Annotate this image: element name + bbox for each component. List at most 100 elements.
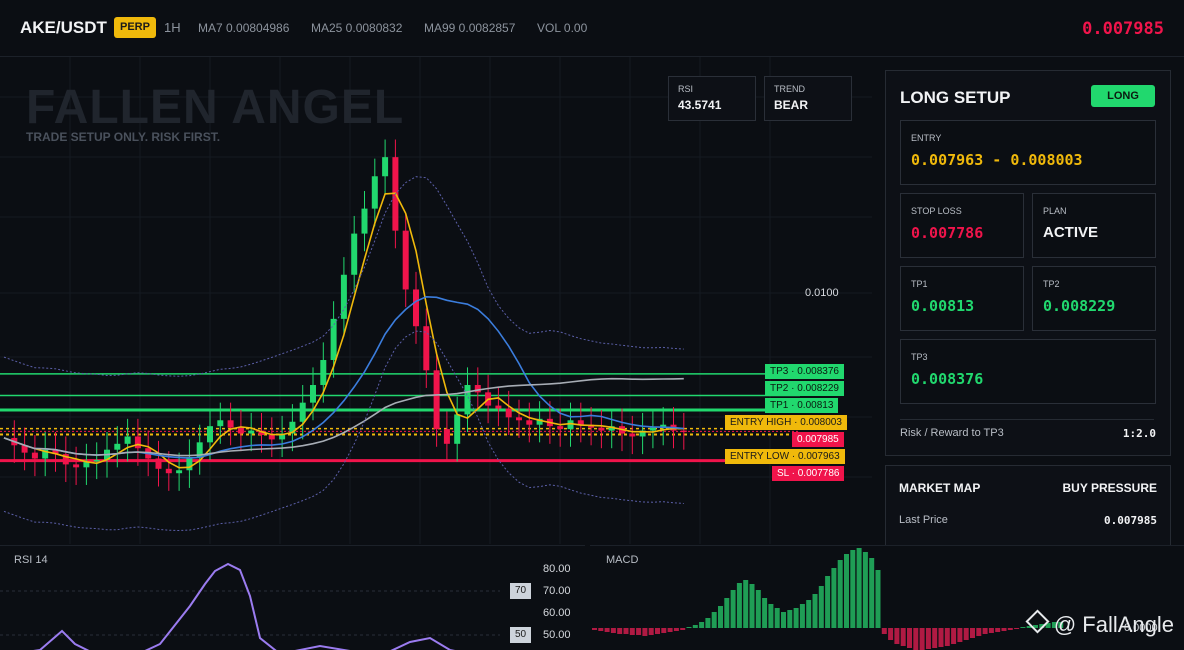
macd-bar <box>875 570 881 628</box>
rsi-level-70-tag: 70 <box>510 583 532 599</box>
macd-bar <box>598 628 604 631</box>
macd-bar <box>1007 628 1013 630</box>
trend-stat-box: TREND BEAR <box>764 76 852 121</box>
macd-bar <box>755 590 761 628</box>
risk-reward-label: Risk / Reward to TP3 <box>900 427 1004 439</box>
macd-bar <box>711 612 717 628</box>
macd-bar <box>900 628 906 646</box>
entry-low-price-tag: ENTRY LOW · 0.007963 <box>725 449 845 464</box>
tp3-label: TP3 <box>911 352 928 362</box>
macd-bar <box>724 598 730 628</box>
macd-bar <box>932 628 938 648</box>
rsi-pane[interactable]: RSI 14 80.00 70 70.00 60.00 50 50.00 <box>0 545 585 650</box>
candle-body <box>423 326 430 371</box>
ma25-readout: MA25 0.0080832 <box>311 21 403 35</box>
divider <box>900 419 1154 420</box>
macd-bar <box>604 628 610 632</box>
rsi-line <box>33 562 456 650</box>
macd-bar <box>799 604 805 628</box>
macd-bar <box>957 628 963 642</box>
risk-reward-value: 1:2.0 <box>1122 427 1156 440</box>
candle-body <box>454 414 461 444</box>
bollinger-lower-line <box>3 330 684 532</box>
setup-title: LONG SETUP <box>900 88 1011 107</box>
rsi-level-50-tag: 50 <box>510 627 532 643</box>
tp1-value: 0.00813 <box>911 297 975 315</box>
tp1-box: TP1 0.00813 <box>900 266 1024 331</box>
rsi-level-70-value: 70.00 <box>543 585 571 597</box>
rsi-tick-60: 60.00 <box>543 607 571 619</box>
macd-bar <box>642 628 648 636</box>
candle-body <box>237 427 244 434</box>
macd-pane-label: MACD <box>606 554 639 566</box>
trend-stat-value: BEAR <box>774 98 809 112</box>
macd-bar <box>762 598 768 628</box>
candle-body <box>557 426 564 430</box>
macd-bar <box>856 548 862 628</box>
macd-bar <box>592 628 597 630</box>
symbol-title[interactable]: AKE/USDT <box>20 18 107 38</box>
ma7-readout: MA7 0.00804986 <box>198 21 290 35</box>
candle-body <box>165 468 172 474</box>
candle-body <box>526 420 533 425</box>
top-bar: AKE/USDT PERP 1H MA7 0.00804986 MA25 0.0… <box>0 0 1184 57</box>
tp2-box: TP2 0.008229 <box>1032 266 1156 331</box>
macd-bar <box>673 628 679 631</box>
candle-body <box>680 430 687 433</box>
macd-bar <box>995 628 1001 632</box>
macd-bar <box>749 584 755 628</box>
macd-bar <box>831 568 837 628</box>
macd-bar <box>1020 627 1026 628</box>
stop-loss-box: STOP LOSS 0.007786 <box>900 193 1024 258</box>
entry-high-price-tag: ENTRY HIGH · 0.008003 <box>725 415 847 430</box>
macd-bar <box>718 606 723 628</box>
macd-bar <box>988 628 994 633</box>
brand-logo-icon <box>1025 609 1050 634</box>
last-price: 0.007985 <box>1082 19 1164 39</box>
candle-body <box>433 370 440 430</box>
stop-loss-price-tag: SL · 0.007786 <box>772 466 845 481</box>
timeframe-selector[interactable]: 1H <box>164 20 181 35</box>
candle-body <box>268 434 275 440</box>
rsi-pane-label: RSI 14 <box>14 554 48 566</box>
macd-bar <box>793 608 799 628</box>
entry-value: 0.007963 - 0.008003 <box>911 151 1083 169</box>
stop-loss-label: STOP LOSS <box>911 206 962 216</box>
entry-box: ENTRY 0.007963 - 0.008003 <box>900 120 1156 185</box>
rsi-tick-80: 80.00 <box>543 563 571 575</box>
entry-label: ENTRY <box>911 133 942 143</box>
macd-bar <box>837 560 843 628</box>
candle-body <box>217 420 224 427</box>
candle-body <box>516 417 522 421</box>
candle-body <box>598 427 605 431</box>
macd-bar <box>699 622 705 628</box>
long-setup-panel: LONG SETUP LONG ENTRY 0.007963 - 0.00800… <box>885 70 1171 456</box>
market-map-last-price-label: Last Price <box>899 514 948 526</box>
stop-loss-value: 0.007786 <box>911 224 984 242</box>
macd-bar <box>812 594 818 628</box>
tp3-box: TP3 0.008376 <box>900 339 1156 404</box>
candle-body <box>310 385 316 403</box>
market-map-title: MARKET MAP <box>899 481 981 495</box>
macd-bar <box>705 618 711 628</box>
market-map-panel: MARKET MAP BUY PRESSURE Last Price 0.007… <box>885 465 1171 551</box>
candle-body <box>93 459 100 462</box>
macd-bar <box>919 628 925 650</box>
macd-bar <box>825 576 831 628</box>
candle-body <box>464 385 471 415</box>
candle-body <box>176 470 183 474</box>
macd-bar <box>963 628 969 640</box>
macd-bar <box>636 628 642 635</box>
macd-bar <box>781 612 786 628</box>
brand-text: @ FallAngle <box>1053 612 1174 637</box>
macd-bar <box>655 628 660 634</box>
plan-box: PLAN ACTIVE <box>1032 193 1156 258</box>
macd-bar <box>686 627 692 628</box>
long-badge[interactable]: LONG <box>1091 85 1155 107</box>
macd-bar <box>692 625 698 628</box>
macd-bar <box>976 628 982 636</box>
candle-body <box>402 230 409 290</box>
candle-body <box>124 436 131 444</box>
candle-body <box>186 457 193 471</box>
tp3-value: 0.008376 <box>911 370 984 388</box>
